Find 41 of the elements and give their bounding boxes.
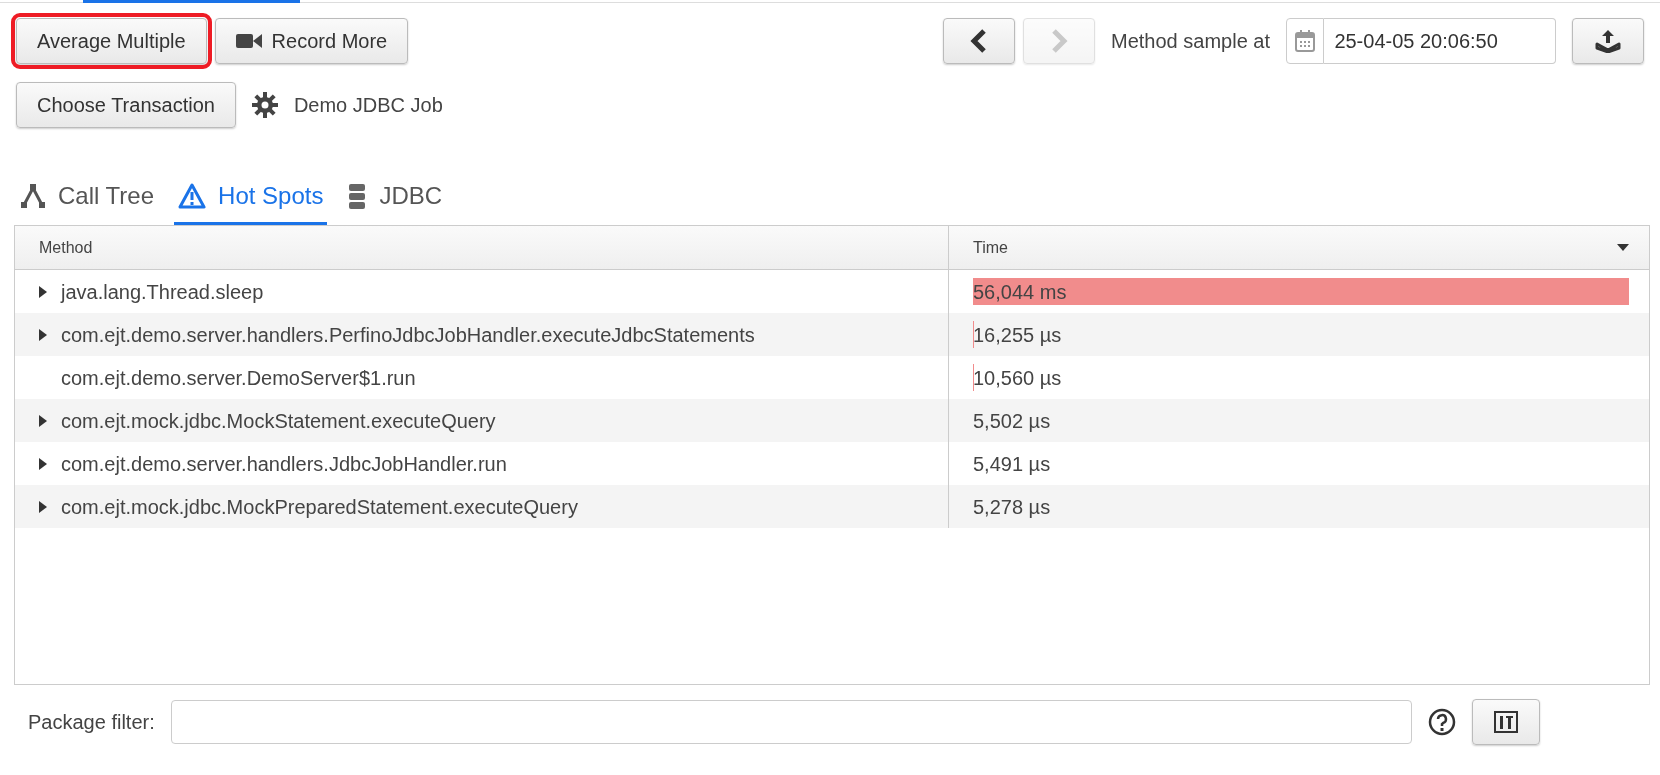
column-settings-button[interactable] bbox=[1472, 699, 1540, 745]
choose-transaction-button[interactable]: Choose Transaction bbox=[16, 82, 236, 128]
transaction-name: Demo JDBC Job bbox=[293, 93, 443, 118]
package-filter-field[interactable] bbox=[170, 700, 1412, 744]
chevron-left-icon bbox=[970, 29, 988, 53]
sort-descending-icon bbox=[1617, 244, 1629, 251]
columns-icon bbox=[1494, 711, 1518, 733]
view-tab[interactable]: Call Tree bbox=[16, 170, 159, 225]
video-camera-icon bbox=[235, 32, 262, 50]
time-value: 16,255 µs bbox=[973, 322, 1062, 348]
toolbar-button[interactable]: Record More bbox=[214, 18, 409, 64]
sample-label: Method sample at bbox=[1111, 29, 1270, 54]
time-value: 5,502 µs bbox=[973, 408, 1051, 434]
method-name: com.ejt.demo.server.DemoServer$1.run bbox=[61, 365, 416, 391]
method-name: com.ejt.demo.server.handlers.JdbcJobHandler.run bbox=[61, 451, 507, 477]
help-icon bbox=[1428, 708, 1456, 736]
time-value: 56,044 ms bbox=[973, 279, 1067, 305]
column-header: Method bbox=[39, 237, 93, 258]
server-stack-icon bbox=[347, 183, 368, 209]
table-row[interactable]: com.ejt.mock.jdbc.MockPreparedStatement.executeQuery 5,278 µs bbox=[15, 485, 1649, 528]
upload-tray-icon bbox=[1595, 29, 1621, 53]
method-name: com.ejt.mock.jdbc.MockPreparedStatement.executeQuery bbox=[61, 494, 578, 520]
time-value: 5,491 µs bbox=[973, 451, 1051, 477]
time-value: 10,560 µs bbox=[973, 365, 1062, 391]
table-row[interactable]: com.ejt.demo.server.handlers.PerfinoJdbcJobHandler.executeJdbcStatements 16,255 µs bbox=[15, 313, 1649, 356]
method-name: com.ejt.mock.jdbc.MockStatement.executeQuery bbox=[61, 408, 496, 434]
column-header: Time bbox=[973, 237, 1008, 258]
time-value: 5,278 µs bbox=[973, 494, 1051, 520]
method-name: java.lang.Thread.sleep bbox=[61, 279, 264, 305]
filter-label: Package filter: bbox=[28, 710, 155, 735]
view-tab[interactable]: JDBC bbox=[343, 170, 447, 225]
gear-icon bbox=[251, 92, 278, 118]
table-row[interactable]: com.ejt.mock.jdbc.MockStatement.executeQuery 5,502 µs bbox=[15, 399, 1649, 442]
warning-icon bbox=[178, 183, 207, 209]
method-name: com.ejt.demo.server.handlers.PerfinoJdbcJobHandler.executeJdbcStatements bbox=[61, 322, 755, 348]
export-button[interactable] bbox=[1572, 18, 1644, 64]
calendar-icon bbox=[1295, 30, 1316, 52]
tree-nodes-icon bbox=[20, 183, 46, 209]
previous-button[interactable] bbox=[943, 18, 1015, 64]
chevron-right-icon bbox=[1050, 29, 1068, 53]
date-time-field[interactable]: 25-04-05 20:06:50 bbox=[1324, 18, 1556, 64]
